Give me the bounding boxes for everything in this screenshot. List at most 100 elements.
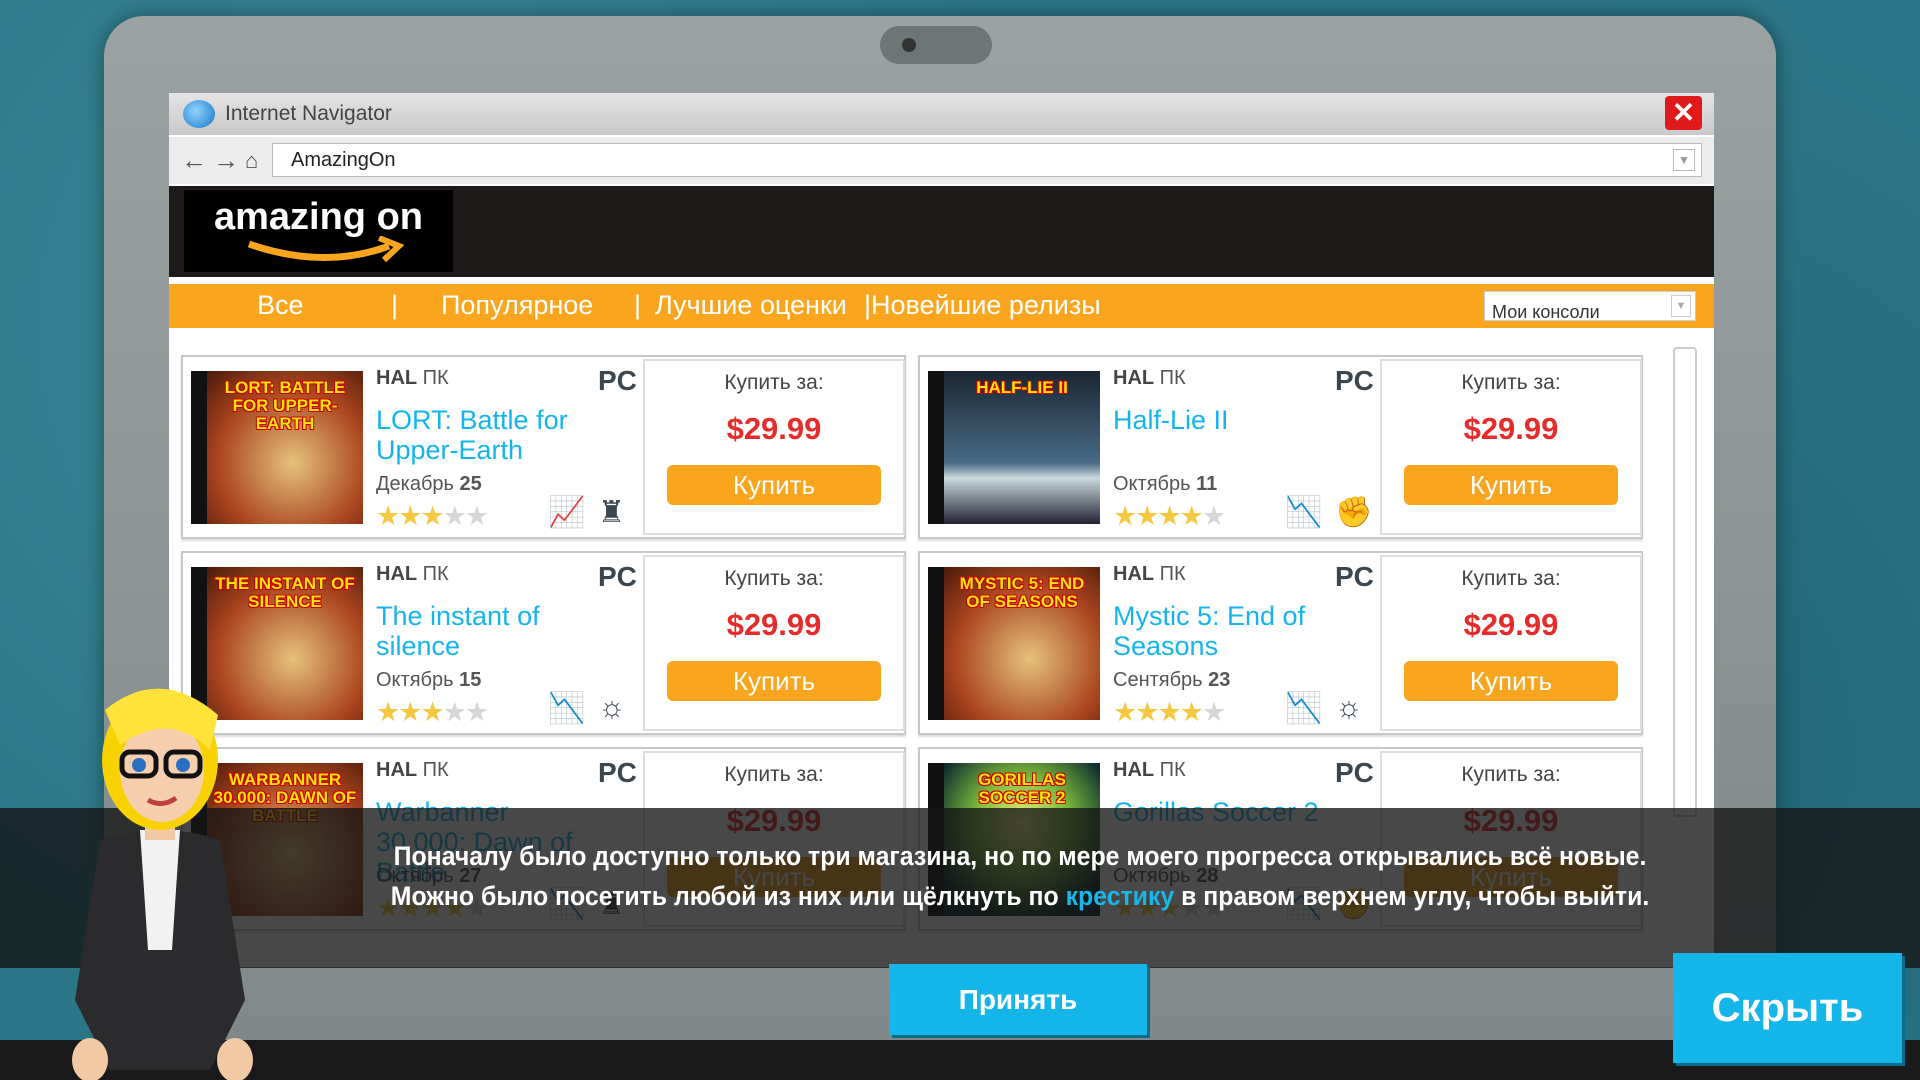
logo-text: amazing on xyxy=(213,196,424,238)
home-icon[interactable]: ⌂ xyxy=(245,148,258,174)
rook-icon: ♜ xyxy=(598,496,625,529)
menu-separator: | xyxy=(634,290,642,320)
publisher-name: HAL xyxy=(1113,367,1155,389)
cover-title: THE INSTANT OF SILENCE xyxy=(215,574,355,611)
cover-title: LORT: BATTLE FOR UPPER-EARTH xyxy=(224,378,346,433)
dialog-text: Поначалу было доступно только три магази… xyxy=(358,836,1683,916)
buy-label: Купить за: xyxy=(1461,371,1561,394)
product-card[interactable]: LORT: BATTLE FOR UPPER-EARTH HAL ПК PC L… xyxy=(181,355,906,539)
buy-panel: Купить за: $29.99 Купить xyxy=(643,359,905,535)
publisher: HAL ПК xyxy=(376,563,449,586)
category-menu: Все | Популярное | Лучшие оценки | Новей… xyxy=(169,284,1714,328)
star-icon: ★ xyxy=(1201,501,1226,531)
release-month: Сентябрь xyxy=(1113,669,1203,691)
console-select-value: Мои консоли xyxy=(1492,302,1600,322)
hide-button[interactable]: Скрыть xyxy=(1673,953,1902,1063)
platform-label: ПК xyxy=(1159,367,1186,389)
buy-label: Купить за: xyxy=(724,763,824,786)
price: $29.99 xyxy=(726,411,822,446)
platform-badge: PC xyxy=(598,561,637,592)
chevron-down-icon[interactable]: ▼ xyxy=(1673,149,1695,171)
store-logo[interactable]: amazing on xyxy=(184,190,453,272)
menu-new-releases[interactable]: Новейшие релизы xyxy=(871,290,1101,321)
buy-label: Купить за: xyxy=(1461,567,1561,590)
menu-all[interactable]: Все xyxy=(257,290,304,321)
trend-down-icon: 📉 xyxy=(548,692,586,725)
platform-badge: PC xyxy=(598,365,637,396)
release-month: Октябрь xyxy=(376,669,454,691)
platform-badge: PC xyxy=(598,757,637,788)
forward-arrow-icon[interactable]: → xyxy=(213,145,239,176)
menu-popular[interactable]: Популярное xyxy=(441,290,593,321)
product-card[interactable]: MYSTIC 5: END OF SEASONS HAL ПК PC Mysti… xyxy=(918,551,1643,735)
platform-label: ПК xyxy=(1159,563,1186,585)
menu-top-rated[interactable]: Лучшие оценки xyxy=(655,290,847,321)
release-month: Декабрь xyxy=(376,473,454,495)
cover-title: GORILLAS SOCCER 2 xyxy=(978,770,1066,807)
fist-icon: ✊ xyxy=(1335,496,1373,529)
star-icon: ★ xyxy=(1157,501,1181,531)
buy-panel: Купить за: $29.99 Купить xyxy=(643,555,905,731)
buy-button[interactable]: Купить xyxy=(667,661,881,701)
buy-label: Купить за: xyxy=(1461,763,1561,786)
star-icon: ★ xyxy=(398,697,422,727)
price: $29.99 xyxy=(726,607,822,642)
star-icon: ★ xyxy=(464,501,489,531)
buy-label: Купить за: xyxy=(724,371,824,394)
title-bar: Internet Navigator ✕ xyxy=(169,93,1714,135)
rating-stars: ★★★★★ xyxy=(376,697,489,728)
star-icon: ★ xyxy=(420,697,444,727)
buy-button[interactable]: Купить xyxy=(667,465,881,505)
release-month: Октябрь xyxy=(1113,473,1191,495)
webcam xyxy=(880,26,992,64)
logo-smile-icon xyxy=(247,236,404,263)
trend-up-icon: 📈 xyxy=(548,496,586,529)
star-icon: ★ xyxy=(376,501,400,531)
release-day: 23 xyxy=(1208,669,1231,691)
release-date: Декабрь 25 xyxy=(376,473,482,496)
platform-badge: PC xyxy=(1335,365,1374,396)
game-cover[interactable]: LORT: BATTLE FOR UPPER-EARTH xyxy=(191,371,363,524)
star-icon: ★ xyxy=(1201,697,1226,727)
rating-stars: ★★★★★ xyxy=(1113,501,1226,532)
accept-button[interactable]: Принять xyxy=(889,964,1147,1035)
game-cover[interactable]: HALF-LIE II xyxy=(928,371,1100,524)
address-input[interactable]: AmazingOn ▼ xyxy=(272,143,1702,177)
star-icon: ★ xyxy=(1113,501,1137,531)
platform-label: ПК xyxy=(1159,759,1186,781)
monitor-stand xyxy=(0,1040,1920,1080)
menu-separator: | xyxy=(864,290,872,320)
star-icon: ★ xyxy=(1157,697,1181,727)
product-card[interactable]: HALF-LIE II HAL ПК PC Half-Lie II Октябр… xyxy=(918,355,1643,539)
star-icon: ★ xyxy=(442,501,467,531)
publisher-name: HAL xyxy=(376,367,418,389)
dialog-overlay: Поначалу было доступно только три магази… xyxy=(0,808,1920,968)
release-day: 15 xyxy=(459,669,482,691)
buy-button[interactable]: Купить xyxy=(1404,661,1618,701)
price: $29.99 xyxy=(1463,411,1559,446)
game-title[interactable]: The instant of silence xyxy=(376,601,606,661)
chevron-down-icon: ▼ xyxy=(1671,295,1691,317)
platform-label: ПК xyxy=(422,367,449,389)
release-day: 25 xyxy=(459,473,482,495)
publisher: HAL ПК xyxy=(376,367,449,390)
scrollbar[interactable] xyxy=(1673,347,1697,817)
star-icon: ★ xyxy=(1113,697,1137,727)
publisher-name: HAL xyxy=(376,759,418,781)
release-date: Октябрь 11 xyxy=(1113,473,1217,496)
product-card[interactable]: THE INSTANT OF SILENCE HAL ПК PC The ins… xyxy=(181,551,906,735)
publisher: HAL ПК xyxy=(1113,563,1186,586)
rating-stars: ★★★★★ xyxy=(376,501,489,532)
console-select[interactable]: Мои консоли ▼ xyxy=(1484,291,1696,322)
game-title[interactable]: LORT: Battle for Upper-Earth xyxy=(376,405,606,465)
publisher: HAL ПК xyxy=(1113,759,1186,782)
game-title[interactable]: Half-Lie II xyxy=(1113,405,1343,435)
game-cover[interactable]: MYSTIC 5: END OF SEASONS xyxy=(928,567,1100,720)
close-button[interactable]: ✕ xyxy=(1665,96,1702,130)
store-header: amazing on xyxy=(169,186,1714,277)
buy-button[interactable]: Купить xyxy=(1404,465,1618,505)
back-arrow-icon[interactable]: ← xyxy=(181,145,207,176)
star-icon: ★ xyxy=(398,501,422,531)
game-title[interactable]: Mystic 5: End of Seasons xyxy=(1113,601,1343,661)
publisher: HAL ПК xyxy=(1113,367,1186,390)
